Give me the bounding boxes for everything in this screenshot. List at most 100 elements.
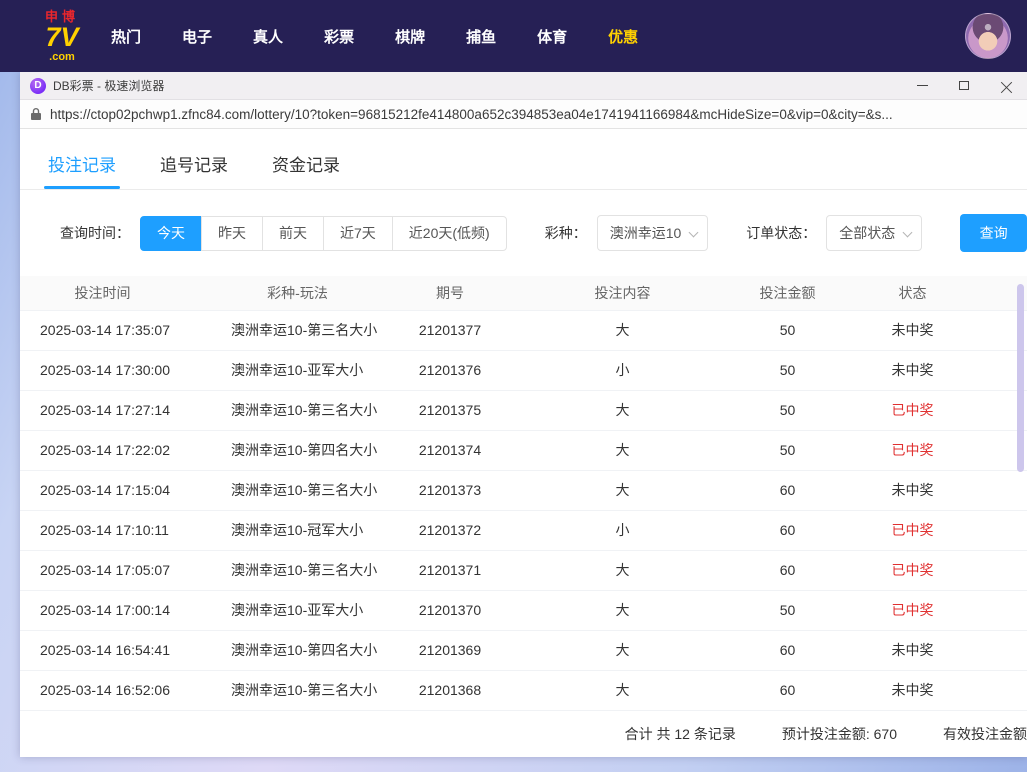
cell-issue: 21201372 [410, 510, 490, 550]
time-filter-2[interactable]: 前天 [262, 216, 324, 251]
cell-bet-time: 2025-03-14 17:30:00 [20, 350, 185, 390]
cell-spacer [1005, 670, 1027, 710]
table-row: 2025-03-14 16:52:06 澳洲幸运10-第三名大小 2120136… [20, 670, 1027, 710]
col-header-0: 投注时间 [20, 276, 185, 310]
table-body: 2025-03-14 17:35:07 澳洲幸运10-第三名大小 2120137… [20, 310, 1027, 710]
cell-content: 大 [490, 630, 755, 670]
cell-amount: 50 [755, 350, 820, 390]
time-filter-label: 查询时间： [60, 223, 130, 243]
cell-game: 澳洲幸运10-第三名大小 [185, 550, 410, 590]
cell-status: 未中奖 [820, 350, 1005, 390]
cell-status: 已中奖 [820, 390, 1005, 430]
cell-issue: 21201374 [410, 430, 490, 470]
cell-game: 澳洲幸运10-第三名大小 [185, 670, 410, 710]
nav-item-promo[interactable]: 优惠 [608, 26, 638, 47]
cell-content: 大 [490, 430, 755, 470]
cell-bet-time: 2025-03-14 17:05:07 [20, 550, 185, 590]
cell-issue: 21201373 [410, 470, 490, 510]
cell-content: 大 [490, 590, 755, 630]
window-controls [901, 72, 1027, 99]
cell-game: 澳洲幸运10-第三名大小 [185, 390, 410, 430]
cell-status: 已中奖 [820, 550, 1005, 590]
cell-game: 澳洲幸运10-冠军大小 [185, 510, 410, 550]
table-row: 2025-03-14 17:05:07 澳洲幸运10-第三名大小 2120137… [20, 550, 1027, 590]
cell-bet-time: 2025-03-14 17:00:14 [20, 590, 185, 630]
cell-game: 澳洲幸运10-第四名大小 [185, 630, 410, 670]
user-avatar[interactable] [965, 13, 1011, 59]
lottery-select-label: 彩种： [545, 223, 587, 243]
footer-valid-amount: 有效投注金额 [943, 724, 1027, 744]
cell-content: 小 [490, 510, 755, 550]
cell-amount: 50 [755, 590, 820, 630]
cell-bet-time: 2025-03-14 17:35:07 [20, 310, 185, 350]
window-titlebar: D DB彩票 - 极速浏览器 [20, 72, 1027, 100]
nav-item-lottery[interactable]: 彩票 [324, 26, 354, 47]
col-header-1: 彩种-玩法 [185, 276, 410, 310]
status-select-value: 全部状态 [839, 223, 895, 243]
nav-item-sports[interactable]: 体育 [537, 26, 567, 47]
close-icon [1001, 80, 1012, 91]
logo-suffix-text: .com [49, 52, 75, 63]
nav-item-hot[interactable]: 热门 [111, 26, 141, 47]
table-row: 2025-03-14 17:27:14 澳洲幸运10-第三名大小 2120137… [20, 390, 1027, 430]
cell-bet-time: 2025-03-14 17:15:04 [20, 470, 185, 510]
cell-amount: 50 [755, 390, 820, 430]
cell-amount: 60 [755, 510, 820, 550]
nav-item-live[interactable]: 真人 [253, 26, 283, 47]
query-button[interactable]: 查询 [960, 214, 1027, 252]
lock-icon [30, 107, 42, 121]
window-app-icon: D [30, 78, 46, 94]
cell-bet-time: 2025-03-14 17:27:14 [20, 390, 185, 430]
time-filter-4[interactable]: 近20天(低频) [392, 216, 507, 251]
cell-content: 大 [490, 470, 755, 510]
top-nav: 热门 电子 真人 彩票 棋牌 捕鱼 体育 优惠 [111, 26, 638, 47]
cell-issue: 21201377 [410, 310, 490, 350]
maximize-icon [959, 81, 969, 90]
time-filter-group: 今天昨天前天近7天近20天(低频) [140, 216, 507, 251]
cell-spacer [1005, 470, 1027, 510]
cell-game: 澳洲幸运10-第四名大小 [185, 430, 410, 470]
cell-issue: 21201368 [410, 670, 490, 710]
nav-item-slots[interactable]: 电子 [182, 26, 212, 47]
lottery-select-value: 澳洲幸运10 [610, 223, 682, 243]
site-logo[interactable]: 申博 7V .com [45, 10, 79, 63]
minimize-button[interactable] [901, 72, 943, 99]
cell-spacer [1005, 510, 1027, 550]
time-filter-1[interactable]: 昨天 [201, 216, 263, 251]
cell-amount: 60 [755, 550, 820, 590]
cell-bet-time: 2025-03-14 16:52:06 [20, 670, 185, 710]
cell-status: 未中奖 [820, 670, 1005, 710]
minimize-icon [917, 85, 928, 86]
lottery-select[interactable]: 澳洲幸运10 [597, 215, 709, 251]
table-row: 2025-03-14 17:35:07 澳洲幸运10-第三名大小 2120137… [20, 310, 1027, 350]
time-filter-0[interactable]: 今天 [140, 216, 202, 251]
maximize-button[interactable] [943, 72, 985, 99]
filter-bar: 查询时间： 今天昨天前天近7天近20天(低频) 彩种： 澳洲幸运10 订单状态：… [60, 214, 1027, 252]
nav-item-fishing[interactable]: 捕鱼 [466, 26, 496, 47]
chevron-down-icon [903, 228, 913, 238]
cell-content: 大 [490, 390, 755, 430]
tab-chase-records[interactable]: 追号记录 [160, 151, 228, 189]
status-select[interactable]: 全部状态 [826, 215, 922, 251]
cell-status: 已中奖 [820, 510, 1005, 550]
cell-game: 澳洲幸运10-第三名大小 [185, 470, 410, 510]
close-button[interactable] [985, 72, 1027, 99]
time-filter-3[interactable]: 近7天 [323, 216, 393, 251]
url-bar[interactable]: https://ctop02pchwp1.zfnc84.com/lottery/… [20, 100, 1027, 129]
status-select-label: 订单状态： [746, 223, 816, 243]
browser-window: D DB彩票 - 极速浏览器 https://ctop02pchwp1.zfnc… [20, 72, 1027, 757]
cell-issue: 21201375 [410, 390, 490, 430]
table-row: 2025-03-14 17:30:00 澳洲幸运10-亚军大小 21201376… [20, 350, 1027, 390]
scrollbar-thumb[interactable] [1017, 284, 1024, 472]
cell-amount: 50 [755, 310, 820, 350]
table-row: 2025-03-14 17:00:14 澳洲幸运10-亚军大小 21201370… [20, 590, 1027, 630]
cell-status: 未中奖 [820, 470, 1005, 510]
nav-item-board[interactable]: 棋牌 [395, 26, 425, 47]
col-header-5: 状态 [820, 276, 1005, 310]
footer-expected-amount: 预计投注金额: 670 [782, 724, 897, 744]
cell-bet-time: 2025-03-14 16:54:41 [20, 630, 185, 670]
tab-fund-records[interactable]: 资金记录 [272, 151, 340, 189]
tab-bet-records[interactable]: 投注记录 [48, 151, 116, 189]
logo-top-text: 申博 [45, 10, 79, 23]
chevron-down-icon [689, 228, 699, 238]
